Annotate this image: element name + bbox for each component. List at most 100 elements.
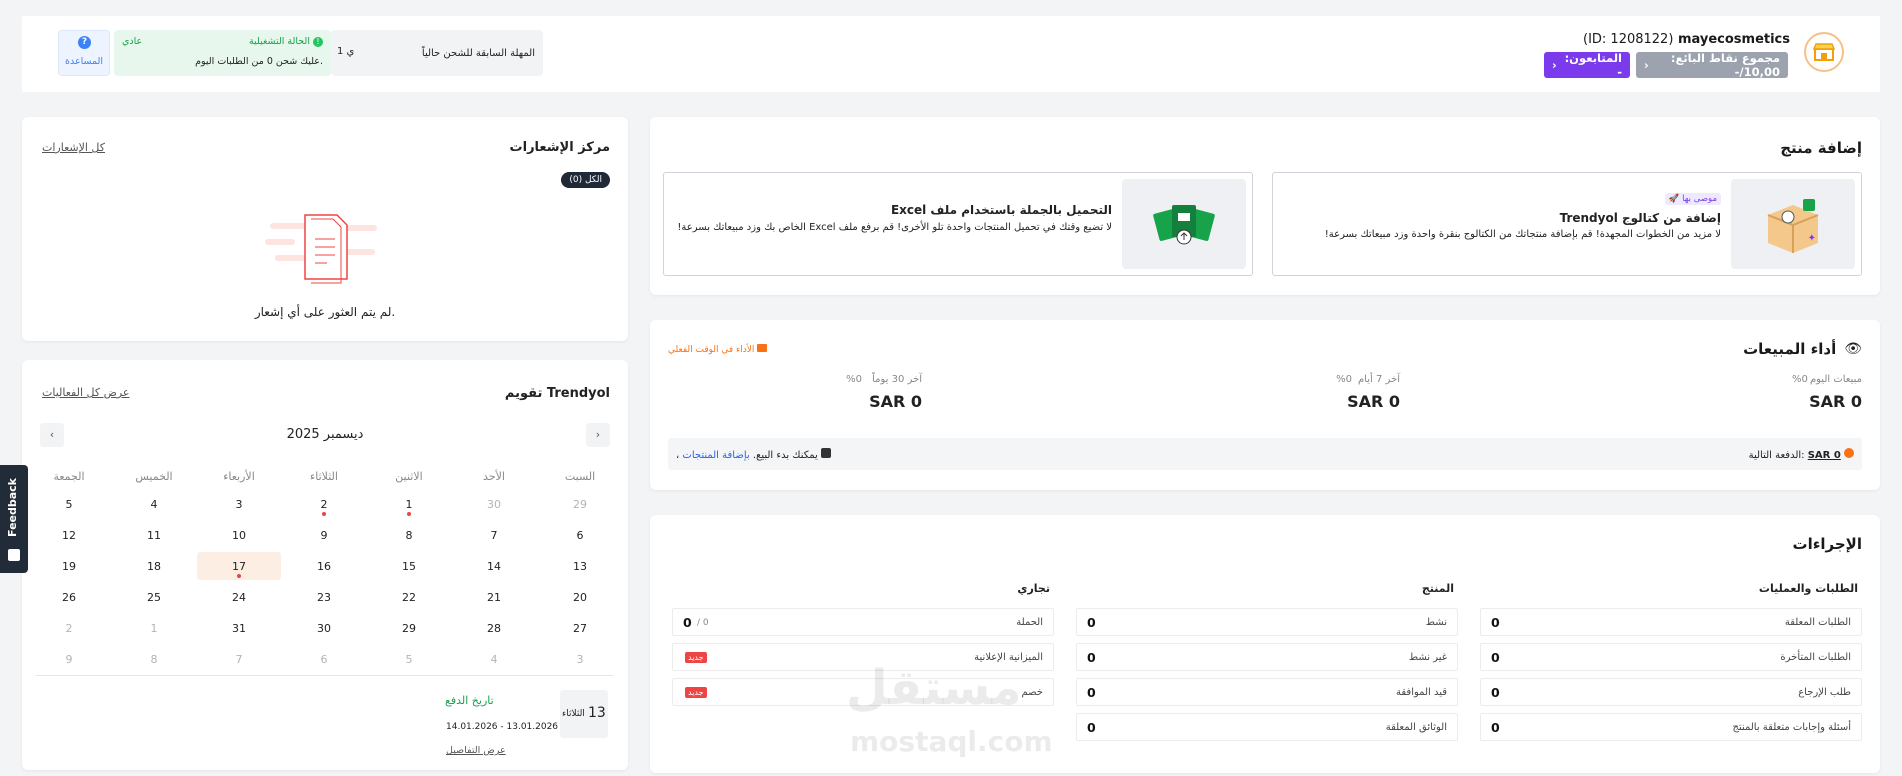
add-product-card: إضافة منتج ✦ موصى بها 🚀 إضافة من كتالوج … bbox=[650, 117, 1880, 295]
action-row[interactable]: الحملة 0 / 0 bbox=[672, 608, 1054, 636]
calendar-day[interactable]: 18 bbox=[112, 552, 196, 580]
action-row[interactable]: الطلبات المتأخرة 0 bbox=[1480, 643, 1862, 671]
help-button[interactable]: ? المساعدة bbox=[58, 30, 110, 76]
action-row[interactable]: قيد الموافقة 0 bbox=[1076, 678, 1458, 706]
calendar-day[interactable]: 7 bbox=[452, 521, 536, 549]
action-row[interactable]: الوثائق المعلقة 0 bbox=[1076, 713, 1458, 741]
start-selling-hint: ، يمكنك بدء البيع. بإضافة المنتجات bbox=[676, 448, 832, 461]
followers-button[interactable]: المتابعون: - ‹ bbox=[1544, 51, 1630, 79]
calendar-day[interactable]: 23 bbox=[282, 583, 366, 611]
calendar-day[interactable]: 6 bbox=[538, 521, 622, 549]
event-dot bbox=[237, 574, 241, 578]
watermark-latin: mostaql.com bbox=[850, 725, 1053, 758]
help-icon: ? bbox=[78, 36, 91, 49]
calendar-day[interactable]: 4 bbox=[452, 645, 536, 673]
calendar-day[interactable]: 31 bbox=[197, 614, 281, 642]
calendar-day[interactable]: 20 bbox=[538, 583, 622, 611]
calendar-day[interactable]: 8 bbox=[367, 521, 451, 549]
event-dot bbox=[407, 512, 411, 516]
calendar-day-number: 9 bbox=[320, 528, 328, 542]
calendar-day[interactable]: 27 bbox=[538, 614, 622, 642]
store-icon[interactable] bbox=[1804, 32, 1844, 72]
new-badge: جديد bbox=[685, 652, 707, 663]
calendar-day[interactable]: 9 bbox=[27, 645, 111, 673]
calendar-day[interactable]: 12 bbox=[27, 521, 111, 549]
calendar-day[interactable]: 24 bbox=[197, 583, 281, 611]
calendar-day-number: 3 bbox=[235, 497, 243, 511]
catalog-option[interactable]: ✦ موصى بها 🚀 إضافة من كتالوج Trendyol لا… bbox=[1272, 172, 1862, 276]
action-row[interactable]: نشط 0 bbox=[1076, 608, 1458, 636]
box-icon bbox=[821, 448, 832, 458]
all-notifications-link[interactable]: كل الإشعارات bbox=[42, 141, 105, 154]
calendar-day[interactable]: 29 bbox=[538, 490, 622, 518]
recommended-badge-text: موصى بها bbox=[1682, 194, 1717, 204]
calendar-day[interactable]: 25 bbox=[112, 583, 196, 611]
stat-label: آخر 30 يوماً bbox=[872, 374, 922, 385]
action-row-label: أسئلة وإجابات متعلقة بالمنتج bbox=[1732, 722, 1851, 733]
calendar-day[interactable]: 3 bbox=[538, 645, 622, 673]
calendar-day[interactable]: 9 bbox=[282, 521, 366, 549]
action-row-label: غير نشط bbox=[1408, 652, 1447, 663]
calendar-day-number: 2 bbox=[65, 621, 73, 635]
sales-title: أداء المبيعات bbox=[1743, 340, 1837, 358]
calendar-day[interactable]: 7 bbox=[197, 645, 281, 673]
action-row[interactable]: أسئلة وإجابات متعلقة بالمنتج 0 bbox=[1480, 713, 1862, 741]
feedback-tab[interactable]: Feedback bbox=[0, 465, 28, 573]
header-bar: (ID: 1208122) mayecosmetics مجموع نقاط ا… bbox=[22, 16, 1880, 92]
calendar-day[interactable]: 6 bbox=[282, 645, 366, 673]
event-details-link[interactable]: عرض التفاصيل bbox=[446, 745, 506, 756]
action-row-value: 0 bbox=[1087, 650, 1096, 665]
calendar-day-number: 18 bbox=[147, 559, 161, 573]
calendar-day[interactable]: 1 bbox=[367, 490, 451, 518]
excel-option[interactable]: التحميل بالجملة باستخدام ملف Excel لا تض… bbox=[663, 172, 1253, 276]
weekday-header: الأحد bbox=[483, 470, 505, 483]
action-row-label: الطلبات المعلقة bbox=[1784, 617, 1851, 628]
calendar-day[interactable]: 21 bbox=[452, 583, 536, 611]
next-payment-value[interactable]: SAR 0 bbox=[1808, 450, 1841, 461]
calendar-day[interactable]: 17 bbox=[197, 552, 281, 580]
calendar-day-number: 19 bbox=[62, 559, 76, 573]
calendar-day[interactable]: 10 bbox=[197, 521, 281, 549]
calendar-day[interactable]: 2 bbox=[282, 490, 366, 518]
calendar-day-number: 14 bbox=[487, 559, 501, 573]
calendar-day[interactable]: 29 bbox=[367, 614, 451, 642]
calendar-day[interactable]: 13 bbox=[538, 552, 622, 580]
calendar-day[interactable]: 28 bbox=[452, 614, 536, 642]
calendar-day[interactable]: 11 bbox=[112, 521, 196, 549]
action-row-value: 0 bbox=[683, 615, 692, 630]
calendar-day-number: 20 bbox=[573, 590, 587, 604]
filter-all-chip[interactable]: الكل (0) bbox=[561, 172, 610, 188]
calendar-day[interactable]: 14 bbox=[452, 552, 536, 580]
calendar-day[interactable]: 8 bbox=[112, 645, 196, 673]
shipping-deadline-label: المهلة السابقة للشحن حالياً bbox=[421, 48, 535, 59]
calendar-day[interactable]: 19 bbox=[27, 552, 111, 580]
calendar-day[interactable]: 5 bbox=[367, 645, 451, 673]
seller-points-button[interactable]: مجموع نقاط البائع: 10,00/- ‹ bbox=[1636, 51, 1788, 79]
stat-value: SAR 0 bbox=[1347, 392, 1400, 411]
all-events-link[interactable]: عرض كل الفعاليات bbox=[42, 386, 130, 399]
calendar-day[interactable]: 5 bbox=[27, 490, 111, 518]
calendar-day[interactable]: 4 bbox=[112, 490, 196, 518]
action-row[interactable]: الطلبات المعلقة 0 bbox=[1480, 608, 1862, 636]
calendar-day[interactable]: 22 bbox=[367, 583, 451, 611]
calendar-day[interactable]: 26 bbox=[27, 583, 111, 611]
empty-notification-icon bbox=[265, 209, 385, 289]
eye-icon[interactable]: 👁 bbox=[1844, 341, 1862, 357]
weekday-header: السبت bbox=[564, 470, 596, 483]
calendar-day-number: 5 bbox=[405, 652, 413, 666]
calendar-day[interactable]: 3 bbox=[197, 490, 281, 518]
action-row[interactable]: غير نشط 0 bbox=[1076, 643, 1458, 671]
add-products-link[interactable]: بإضافة المنتجات bbox=[682, 450, 749, 461]
calendar-day[interactable]: 16 bbox=[282, 552, 366, 580]
calendar-day[interactable]: 30 bbox=[282, 614, 366, 642]
notifications-title: مركز الإشعارات bbox=[509, 140, 610, 155]
realtime-link[interactable]: الأداء في الوقت الفعلي bbox=[668, 344, 768, 355]
calendar-day[interactable]: 1 bbox=[112, 614, 196, 642]
stat-value: SAR 0 bbox=[1809, 392, 1862, 411]
calendar-day[interactable]: 30 bbox=[452, 490, 536, 518]
stat-pct: %0 bbox=[1336, 374, 1352, 385]
calendar-day[interactable]: 2 bbox=[27, 614, 111, 642]
action-row[interactable]: طلب الإرجاع 0 bbox=[1480, 678, 1862, 706]
action-row-value: 0 bbox=[1491, 615, 1500, 630]
calendar-day[interactable]: 15 bbox=[367, 552, 451, 580]
